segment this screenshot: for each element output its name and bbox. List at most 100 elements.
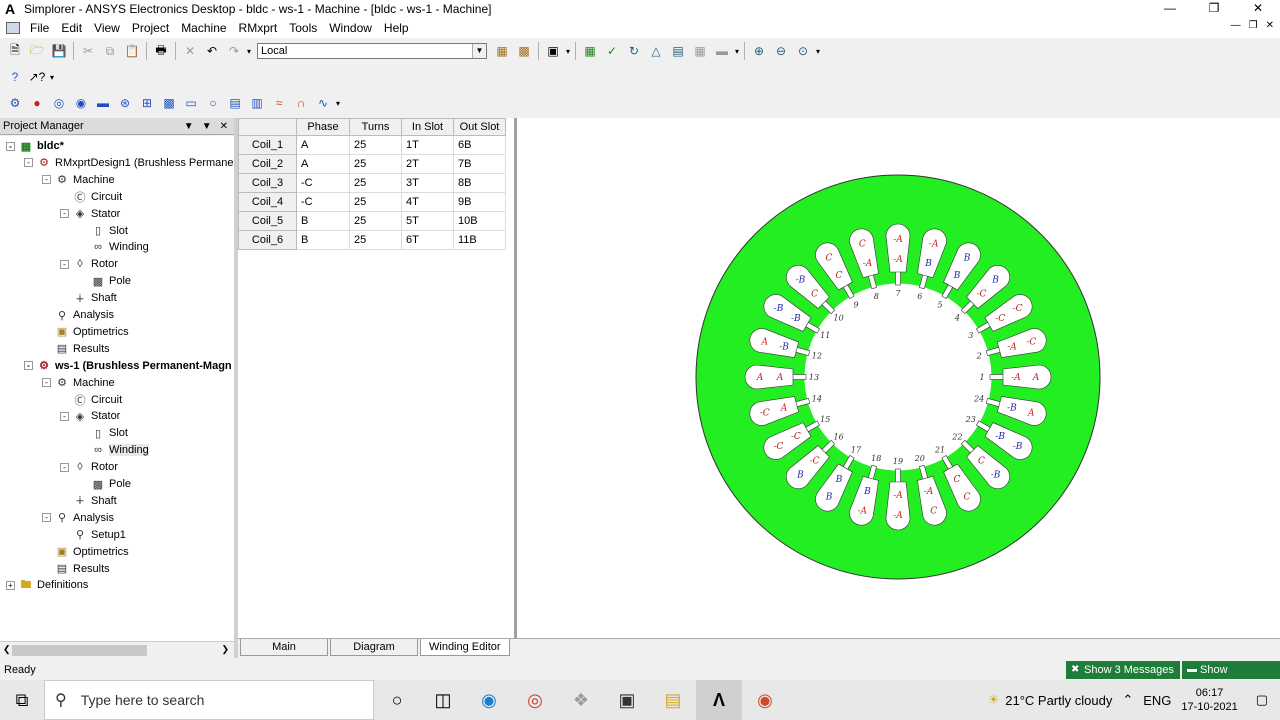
close-button[interactable]: ✕	[1236, 0, 1280, 18]
tree-node[interactable]: + 🖿 Definitions	[6, 577, 88, 593]
machine-setup-icon[interactable]: ⚙	[6, 94, 24, 112]
coil-in-slot-cell[interactable]: 4T	[401, 192, 454, 212]
winding-icon[interactable]: ▬	[94, 94, 112, 112]
tree-node[interactable]: ∔ Shaft	[60, 493, 116, 509]
pole-icon[interactable]: ▩	[160, 94, 178, 112]
chevron-down-icon[interactable]: ▼	[472, 44, 487, 58]
chart-icon[interactable]: ▥	[248, 94, 266, 112]
open-icon[interactable]: 🗁	[28, 42, 46, 60]
tree-node[interactable]: ∞ Winding	[78, 442, 149, 458]
menu-tools[interactable]: Tools	[283, 21, 323, 35]
tree-node[interactable]: ▩ Pole	[78, 476, 131, 492]
windows-start-icon[interactable]: ⧉	[0, 680, 44, 720]
redo-icon[interactable]: ↷	[225, 42, 243, 60]
table-row[interactable]: Coil_4 -C 25 4T 9B	[238, 192, 506, 212]
coil-in-slot-cell[interactable]: 5T	[401, 211, 454, 231]
chrome-icon[interactable]: ◎	[512, 680, 558, 720]
fields-icon[interactable]: ✓	[603, 42, 621, 60]
header-out-slot[interactable]: Out Slot	[453, 118, 506, 136]
collapse-icon[interactable]: -	[42, 175, 51, 185]
expand-icon[interactable]: +	[6, 580, 15, 590]
undo-icon[interactable]: ↶	[203, 42, 221, 60]
table-row[interactable]: Coil_2 A 25 2T 7B	[238, 154, 506, 174]
flux-icon[interactable]: ∩	[292, 94, 310, 112]
dropbox-icon[interactable]: ❖	[558, 680, 604, 720]
scroll-left-icon[interactable]: ❮	[3, 644, 11, 655]
weather-icon[interactable]: ☀	[988, 692, 1000, 708]
mdi-minimize-button[interactable]: —	[1231, 20, 1241, 31]
coil-name-cell[interactable]: Coil_1	[238, 135, 297, 155]
tree-node[interactable]: Ⓒ Circuit	[60, 392, 123, 408]
cut-icon[interactable]: ✂	[79, 42, 97, 60]
coil-phase-cell[interactable]: -C	[296, 192, 350, 212]
menu-window[interactable]: Window	[323, 21, 378, 35]
header-in-slot[interactable]: In Slot	[401, 118, 454, 136]
table-row[interactable]: Coil_1 A 25 1T 6B	[238, 135, 506, 155]
coil-out-slot-cell[interactable]: 10B	[453, 211, 506, 231]
coil-turns-cell[interactable]: 25	[349, 230, 402, 250]
collapse-icon[interactable]: -	[60, 259, 69, 269]
coil-phase-cell[interactable]: B	[296, 230, 350, 250]
dropdown-icon[interactable]: ▼	[184, 121, 194, 132]
chevron-up-icon[interactable]: ⌃	[1122, 692, 1133, 708]
task-view-icon[interactable]: ◫	[420, 680, 466, 720]
coil-out-slot-cell[interactable]: 8B	[453, 173, 506, 193]
tree-node[interactable]: ▣ Optimetrics	[42, 544, 129, 560]
simulate-icon[interactable]: ▦	[493, 42, 511, 60]
taskbar-search[interactable]: ⚲ Type here to search	[44, 680, 374, 720]
collapse-icon[interactable]: -	[42, 378, 51, 388]
coil-phase-cell[interactable]: -C	[296, 173, 350, 193]
coil-turns-cell[interactable]: 25	[349, 154, 402, 174]
coil-phase-cell[interactable]: A	[296, 154, 350, 174]
table-icon[interactable]: ▦	[691, 42, 709, 60]
tab-diagram[interactable]: Diagram	[330, 639, 418, 656]
tree-node[interactable]: - ▦ bldc*	[6, 138, 64, 154]
pin-icon[interactable]: ▼	[202, 121, 212, 132]
header-phase[interactable]: Phase	[296, 118, 350, 136]
tree-node[interactable]: ▯ Slot	[78, 223, 128, 239]
coil-turns-cell[interactable]: 25	[349, 173, 402, 193]
tree-node[interactable]: - ⚙ Machine	[42, 172, 115, 188]
tree-node[interactable]: ∔ Shaft	[60, 290, 116, 306]
scroll-right-icon[interactable]: ❯	[221, 644, 229, 655]
copy-icon[interactable]: ⧉	[101, 42, 119, 60]
coil-phase-cell[interactable]: A	[296, 135, 350, 155]
close-panel-icon[interactable]: ✕	[220, 121, 228, 132]
plot-icon[interactable]: △	[647, 42, 665, 60]
tree-node[interactable]: - ⚙ ws-1 (Brushless Permanent-Magn	[24, 358, 232, 374]
tree-node[interactable]: ▯ Slot	[78, 425, 128, 441]
print-icon[interactable]: 🖶	[152, 42, 170, 60]
app-menu-icon[interactable]	[6, 22, 20, 34]
table-row[interactable]: Coil_6 B 25 6T 11B	[238, 230, 506, 250]
coil-in-slot-cell[interactable]: 6T	[401, 230, 454, 250]
tree-node[interactable]: - ◊ Rotor	[60, 256, 118, 272]
collapse-icon[interactable]: -	[24, 158, 33, 168]
save-icon[interactable]: 💾	[50, 42, 68, 60]
cortana-icon[interactable]: ○	[374, 680, 420, 720]
tree-node[interactable]: ∞ Winding	[78, 239, 149, 255]
export-icon[interactable]: ▬	[713, 42, 731, 60]
menu-file[interactable]: File	[24, 21, 55, 35]
coil-turns-cell[interactable]: 25	[349, 135, 402, 155]
zoom-fit-icon[interactable]: ⊙	[794, 42, 812, 60]
coil-name-cell[interactable]: Coil_3	[238, 173, 297, 193]
language-indicator[interactable]: ENG	[1143, 693, 1171, 708]
motor-type-icon[interactable]: ●	[28, 94, 46, 112]
tree-node[interactable]: ⚲ Setup1	[60, 527, 126, 543]
scroll-thumb[interactable]	[12, 645, 147, 656]
edge-icon[interactable]: ◉	[466, 680, 512, 720]
header-turns[interactable]: Turns	[349, 118, 402, 136]
new-icon[interactable]: 🗎	[6, 42, 24, 60]
menu-view[interactable]: View	[88, 21, 126, 35]
restore-button[interactable]: ❐	[1192, 0, 1236, 18]
stator-icon[interactable]: ◎	[50, 94, 68, 112]
weather-text[interactable]: 21°C Partly cloudy	[1005, 693, 1112, 708]
coil-name-cell[interactable]: Coil_6	[238, 230, 297, 250]
collapse-icon[interactable]: -	[60, 411, 69, 421]
menu-rmxprt[interactable]: RMxprt	[233, 21, 284, 35]
coil-phase-cell[interactable]: B	[296, 211, 350, 231]
show-messages-button[interactable]: ✖ Show 3 Messages	[1066, 661, 1180, 679]
mdi-restore-button[interactable]: ❐	[1249, 20, 1258, 31]
table-row[interactable]: Coil_3 -C 25 3T 8B	[238, 173, 506, 193]
tree-node[interactable]: - ◊ Rotor	[60, 459, 118, 475]
